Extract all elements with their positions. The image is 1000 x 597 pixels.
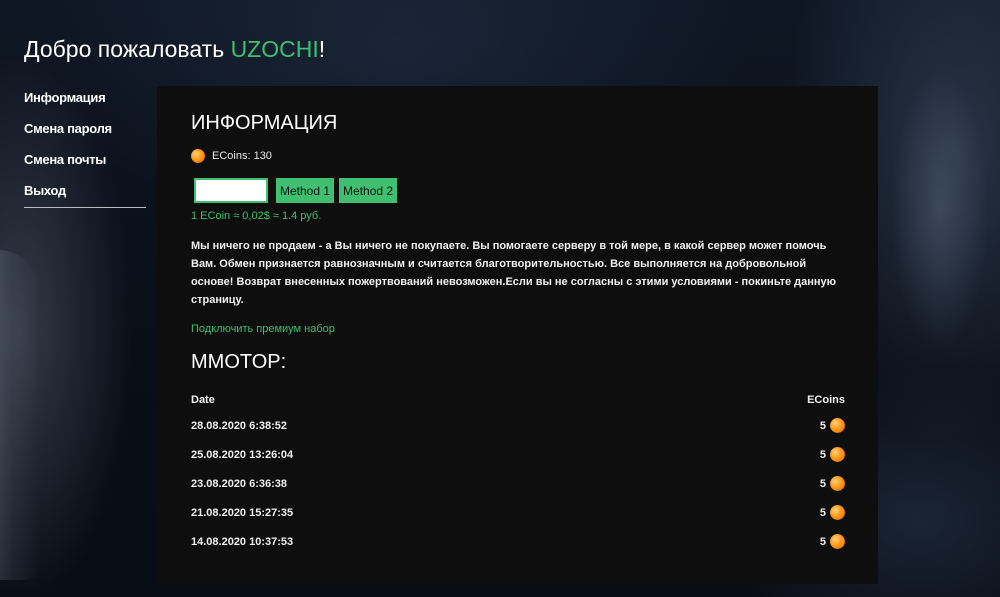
content-panel: ИНФОРМАЦИЯ ECoins: 130 Method 1 Method 2… (157, 86, 878, 584)
column-header-ecoins: ECoins (807, 394, 845, 406)
coin-icon (830, 447, 845, 462)
row-value: 5 (819, 419, 826, 432)
sidebar-item-info[interactable]: Информация (24, 88, 146, 119)
table-row: 23.08.2020 6:36:38 5 (191, 469, 845, 498)
coin-icon (830, 476, 845, 491)
table-row: 28.08.2020 6:38:52 5 (191, 411, 845, 440)
row-ecoins: 5 (668, 469, 845, 498)
row-date: 14.08.2020 10:37:53 (191, 535, 294, 548)
donation-description: Мы ничего не продаем - а Вы ничего не по… (191, 240, 837, 306)
row-ecoins: 5 (668, 498, 845, 527)
row-date: 23.08.2020 6:36:38 (191, 477, 288, 490)
donation-controls: Method 1 Method 2 (194, 178, 398, 203)
row-value: 5 (819, 506, 826, 519)
coin-icon (830, 418, 845, 433)
table-row: 25.08.2020 13:26:04 5 (191, 440, 845, 469)
sidebar-item-change-password[interactable]: Смена пароля (24, 119, 146, 150)
row-date: 25.08.2020 13:26:04 (191, 448, 294, 461)
info-title: ИНФОРМАЦИЯ (191, 112, 338, 134)
background-art-left (0, 250, 40, 580)
table-header-row: Date ECoins (191, 389, 845, 411)
welcome-prefix: Добро пожаловать (24, 36, 231, 62)
coin-icon (191, 149, 205, 163)
sidebar-nav: Информация Смена пароля Смена почты Выхо… (24, 88, 146, 208)
method-2-button[interactable]: Method 2 (339, 178, 398, 203)
table-row: 14.08.2020 10:37:53 5 (191, 527, 845, 556)
mmotop-title: MMOTOP: (191, 351, 287, 373)
username: UZOCHI (230, 36, 319, 62)
row-value: 5 (819, 477, 826, 490)
row-ecoins: 5 (668, 411, 845, 440)
row-value: 5 (819, 535, 826, 548)
amount-input[interactable] (194, 178, 268, 203)
exchange-rate: 1 ECoin ≈ 0,02$ ≈ 1.4 руб. (191, 210, 322, 222)
method-1-button[interactable]: Method 1 (276, 178, 335, 203)
row-date: 21.08.2020 15:27:35 (191, 506, 294, 519)
table-row: 21.08.2020 15:27:35 5 (191, 498, 845, 527)
row-date: 28.08.2020 6:38:52 (191, 419, 288, 432)
sidebar-divider (24, 207, 146, 208)
welcome-suffix: ! (318, 36, 326, 62)
ecoins-balance-label: ECoins: 130 (212, 150, 272, 162)
welcome-heading: Добро пожаловать UZOCHI! (24, 36, 325, 63)
coin-icon (830, 505, 845, 520)
coin-icon (830, 534, 845, 549)
sidebar-item-change-email[interactable]: Смена почты (24, 150, 146, 181)
row-value: 5 (819, 448, 826, 461)
mmotop-table: Date ECoins 28.08.2020 6:38:52 5 25.08.2… (191, 389, 845, 556)
column-header-date: Date (191, 394, 215, 406)
row-ecoins: 5 (668, 440, 845, 469)
ecoins-balance: ECoins: 130 (191, 149, 272, 163)
premium-set-link[interactable]: Подключить премиум набор (191, 323, 335, 335)
row-ecoins: 5 (668, 527, 845, 556)
